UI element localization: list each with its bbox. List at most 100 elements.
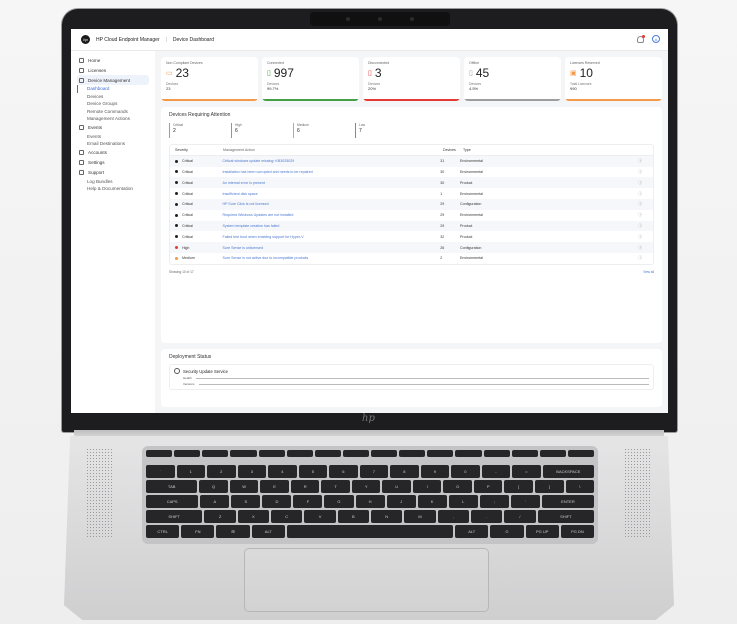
notification-bell-icon[interactable] [637,34,645,43]
keyboard-key[interactable]: I [412,480,442,493]
action-link[interactable]: Sure Sense is not active due to incompat… [223,256,441,260]
action-link[interactable]: Failed test boot when enabling support f… [223,235,441,239]
info-icon[interactable]: ⓘ [638,169,648,175]
table-row[interactable]: Critical Failed test boot when enabling s… [170,231,653,242]
sidebar-subitem-remote-commands[interactable]: Remote Commands [77,108,149,116]
sidebar-subitem-events[interactable]: Events [77,133,149,141]
keyboard-key[interactable]: = [512,465,541,478]
keyboard-key[interactable]: ; [479,495,509,508]
keyboard-key[interactable]: - [481,465,511,478]
service-card[interactable]: Security Update Service Health Versions [169,364,654,390]
sidebar-item-accounts[interactable]: Accounts [77,148,149,158]
function-key[interactable] [511,450,538,457]
action-link[interactable]: Required Windows Updates are not install… [223,213,441,217]
table-row[interactable]: Critical Insufficient disk space 1 Environm… [170,188,653,199]
keyboard-key[interactable]: BACKSPACE [542,465,595,478]
keyboard-key[interactable]: C [271,510,303,523]
info-icon[interactable]: ⓘ [638,212,648,218]
action-link[interactable]: An internal error is present [223,181,441,185]
info-icon[interactable]: ⓘ [638,223,648,229]
function-key[interactable] [567,450,594,457]
info-icon[interactable]: ⓘ [638,180,648,186]
keyboard-key[interactable]: G [324,495,354,508]
keyboard-key[interactable]: CAPS [146,495,199,508]
keyboard-key[interactable]: O [443,480,472,493]
sidebar-item-licenses[interactable]: Licenses [77,65,149,75]
sidebar-subitem-devices[interactable]: Devices [77,93,149,101]
action-link[interactable]: Sure Sense is unlicensed [223,246,441,250]
keyboard-key[interactable]: , [437,510,469,523]
sidebar-subitem-dashboard[interactable]: Dashboard [77,85,149,93]
function-key[interactable] [146,450,173,457]
function-key[interactable] [399,450,426,457]
sidebar-item-support[interactable]: Support [77,168,149,178]
keyboard-key[interactable]: 0 [451,465,480,478]
keyboard-key[interactable]: S [231,495,261,508]
header-type[interactable]: Type [463,148,643,152]
sidebar-subitem-log-bundles[interactable]: Log Bundles [77,178,149,186]
severity-high[interactable]: High 6 [231,123,267,138]
keyboard-key[interactable]: / [504,510,536,523]
keyboard-key[interactable]: SHIFT [537,510,595,523]
function-key[interactable] [483,450,510,457]
header-severity[interactable]: Severity [175,148,223,152]
view-all-link[interactable]: View all [643,270,654,274]
keyboard-key[interactable]: W [229,480,259,493]
keyboard-key[interactable]: SHIFT [146,510,203,523]
card-licenses-reserved[interactable]: Licenses Reserved ▣ 10 Total Licenses 990 [565,57,662,101]
keyboard-key[interactable]: L [448,495,478,508]
function-key[interactable] [314,450,341,457]
header-devices[interactable]: Devices [443,148,463,152]
action-link[interactable]: System template creation has failed [223,224,441,228]
function-key[interactable] [342,450,369,457]
keyboard-key[interactable]: T [321,480,350,493]
sidebar-item-settings[interactable]: Settings [77,158,149,168]
keyboard-key[interactable]: U [382,480,411,493]
keyboard-key[interactable]: H [355,495,385,508]
card-non-compliant[interactable]: Non Compliant Devices ▭ 23 Devices 23 [161,57,258,101]
keyboard-key[interactable]: X [237,510,270,523]
keyboard-key[interactable]: B [337,510,370,523]
keyboard-key[interactable] [286,525,454,538]
table-row[interactable]: Critical Required Windows Updates are not… [170,210,653,221]
function-key[interactable] [371,450,398,457]
keyboard-key[interactable]: 4 [268,465,297,478]
header-action[interactable]: Management Action [223,148,443,152]
action-link[interactable]: Critical windows update missing: KB30250… [223,159,441,163]
action-link[interactable]: Insufficient disk space [223,192,441,196]
keyboard-key[interactable]: 1 [176,465,206,478]
card-connected[interactable]: Connected ▯ 997 Devices 99.7% [262,57,359,101]
keyboard-key[interactable]: A [200,495,230,508]
keyboard-key[interactable]: ENTER [541,495,595,508]
keyboard-key[interactable]: D [262,495,292,508]
user-avatar[interactable]: A [652,35,660,43]
info-icon[interactable]: ⓘ [638,245,648,251]
keyboard-key[interactable]: ' [510,495,540,508]
keyboard-key[interactable]: 6 [329,465,358,478]
keyboard-key[interactable]: Q [199,480,228,493]
keyboard-key[interactable]: E [260,480,289,493]
keyboard-key[interactable]: ] [535,480,564,493]
sidebar-subitem-management-actions[interactable]: Management Actions [77,115,149,123]
sidebar-subitem-device-groups[interactable]: Device Groups [77,100,149,108]
info-icon[interactable]: ⓘ [638,234,648,240]
keyboard-key[interactable]: ` [146,465,175,478]
keyboard-key[interactable]: V [304,510,336,523]
function-key[interactable] [455,450,482,457]
info-icon[interactable]: ⓘ [638,255,648,261]
keyboard-key[interactable]: F [293,495,323,508]
sidebar-item-device-management[interactable]: Device Management [77,75,149,85]
table-row[interactable]: Medium Sure Sense is not active due to in… [170,253,653,264]
keyboard-key[interactable]: N [371,510,403,523]
keyboard-key[interactable]: \ [565,480,595,493]
table-row[interactable]: Critical System template creation has fai… [170,220,653,232]
table-row[interactable]: Critical Installation has been corrupted … [170,167,653,178]
function-key[interactable] [427,450,454,457]
sidebar-item-events[interactable]: Events [77,123,149,133]
function-key[interactable] [202,450,229,457]
sidebar-item-home[interactable]: Home [77,55,149,65]
keyboard-key[interactable]: 9 [420,465,450,478]
keyboard-key[interactable]: 3 [237,465,267,478]
info-icon[interactable]: ⓘ [638,191,648,197]
function-key[interactable] [258,450,285,457]
